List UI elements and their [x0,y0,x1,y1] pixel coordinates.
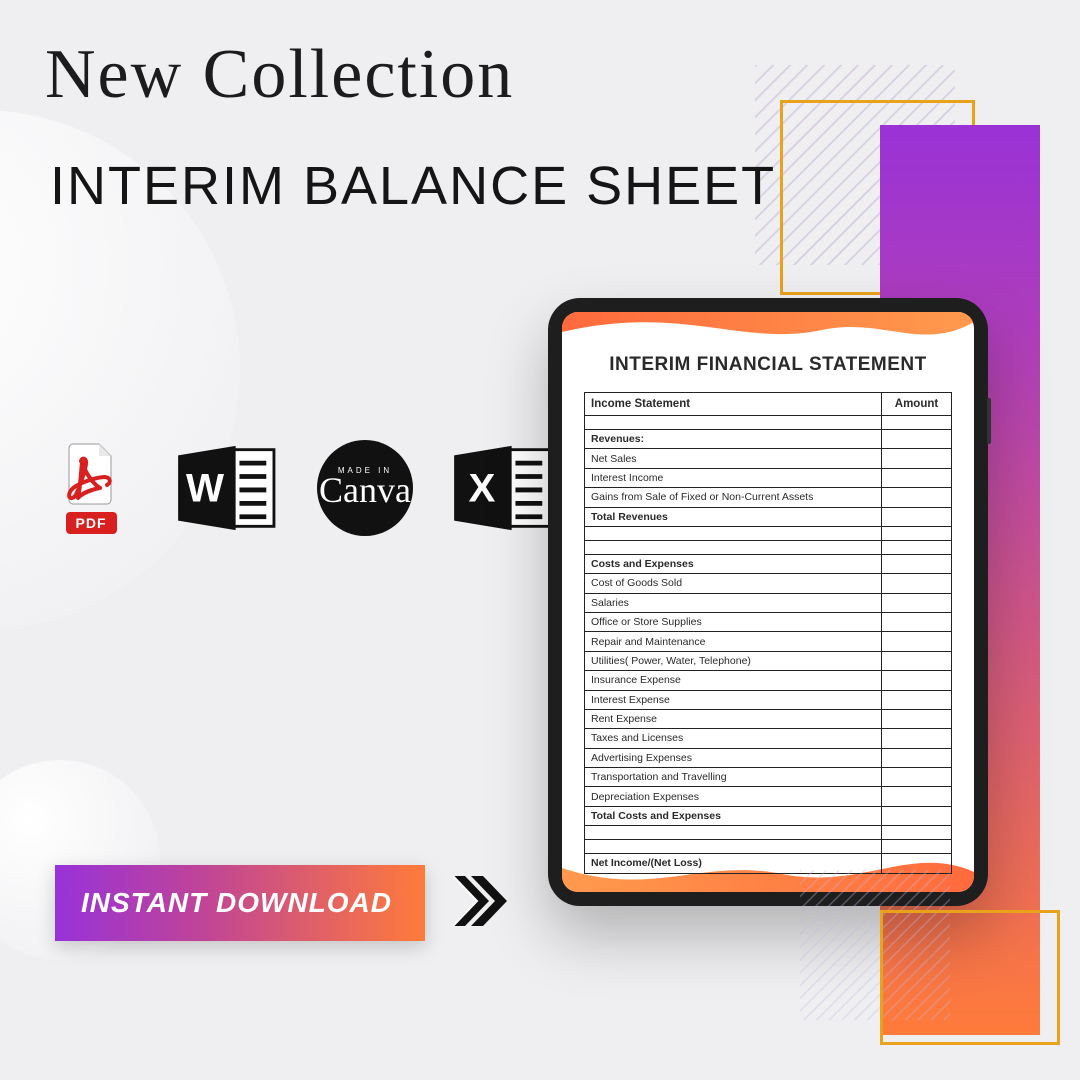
format-icons: PDF W MADE IN Canva X [45,440,558,536]
svg-text:W: W [186,465,224,510]
instant-download-button[interactable]: INSTANT DOWNLOAD [55,865,425,941]
section-label: Costs and Expenses [585,554,882,573]
canva-brand-label: Canva [319,469,411,511]
download-label: INSTANT DOWNLOAD [81,887,392,919]
line-item: Repair and Maintenance [585,632,882,651]
col-left: Income Statement [585,393,882,416]
line-item: Taxes and Licenses [585,729,882,748]
col-right: Amount [882,393,952,416]
tablet-mockup: INTERIM FINANCIAL STATEMENT Income State… [548,298,988,906]
svg-text:X: X [468,465,495,510]
canva-icon: MADE IN Canva [317,440,413,536]
line-item: Net Sales [585,449,882,468]
section-total: Total Costs and Expenses [585,806,882,825]
line-item: Rent Expense [585,709,882,728]
pdf-icon: PDF [45,442,137,534]
download-row: INSTANT DOWNLOAD [55,865,513,941]
tablet-screen: INTERIM FINANCIAL STATEMENT Income State… [562,312,974,892]
pdf-label: PDF [66,512,117,534]
line-item: Interest Expense [585,690,882,709]
section-total: Total Revenues [585,507,882,526]
decoration-bottom [800,900,1060,1070]
document-title: INTERIM FINANCIAL STATEMENT [584,354,952,376]
line-item: Cost of Goods Sold [585,574,882,593]
line-item: Gains from Sale of Fixed or Non-Current … [585,488,882,507]
word-icon: W [172,442,282,534]
line-item: Advertising Expenses [585,748,882,767]
line-item: Depreciation Expenses [585,787,882,806]
excel-icon: X [448,442,558,534]
line-item: Office or Store Supplies [585,613,882,632]
line-item: Transportation and Travelling [585,768,882,787]
section-label: Revenues: [585,430,882,449]
line-item: Insurance Expense [585,671,882,690]
document-body: INTERIM FINANCIAL STATEMENT Income State… [584,350,952,874]
collection-script: New Collection [45,35,514,115]
income-statement-table: Income Statement Amount Revenues: Net Sa… [584,392,952,874]
arrow-icon [447,868,513,939]
line-item: Interest Income [585,468,882,487]
page-title: INTERIM BALANCE SHEET [50,155,776,217]
line-item: Utilities( Power, Water, Telephone) [585,651,882,670]
line-item: Salaries [585,593,882,612]
